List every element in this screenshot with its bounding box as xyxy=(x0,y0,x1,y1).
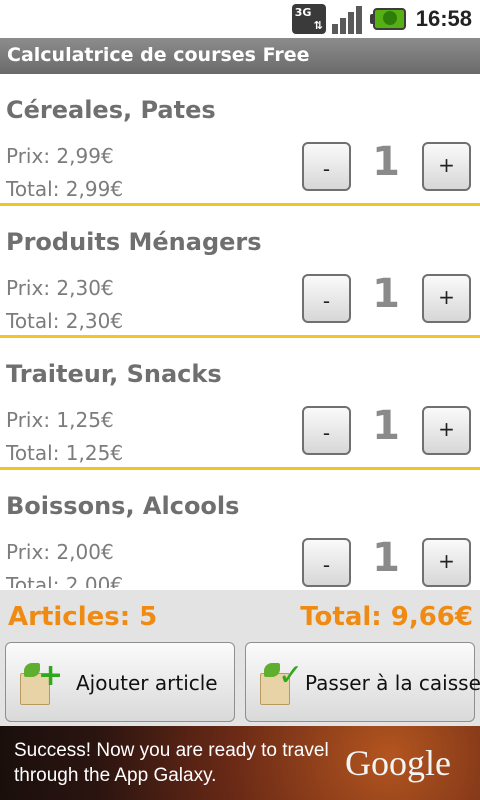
item-name: Produits Ménagers xyxy=(6,228,262,256)
list-item[interactable]: Produits Ménagers Prix: 2,30€ Total: 2,3… xyxy=(0,206,480,338)
add-article-button[interactable]: + Ajouter article xyxy=(5,642,235,722)
add-article-label: Ajouter article xyxy=(76,671,218,695)
checkout-label: Passer à la caisse xyxy=(305,671,480,695)
item-price: Prix: 1,25€ xyxy=(6,408,114,432)
list-item[interactable]: Traiteur, Snacks Prix: 1,25€ Total: 1,25… xyxy=(0,338,480,470)
3g-data-icon: 3G ⇅ xyxy=(291,4,326,34)
list-item[interactable]: Céreales, Pates Prix: 2,99€ Total: 2,99€… xyxy=(0,74,480,206)
summary-footer: Articles: 5 Total: 9,66€ + Ajouter artic… xyxy=(0,590,480,726)
checkout-button[interactable]: ✓ Passer à la caisse xyxy=(245,642,480,722)
item-price: Prix: 2,30€ xyxy=(6,276,114,300)
ad-banner[interactable]: Success! Now you are ready to travel thr… xyxy=(0,726,480,800)
item-total: Total: 1,25€ xyxy=(6,441,124,465)
google-logo: Google xyxy=(345,743,451,783)
app-title-bar: Calculatrice de courses Free xyxy=(0,38,480,74)
item-total: Total: 2,00€ xyxy=(6,573,124,588)
increase-quantity-button[interactable]: + xyxy=(422,538,471,587)
item-total: Total: 2,30€ xyxy=(6,309,124,333)
app-title: Calculatrice de courses Free xyxy=(7,44,310,66)
add-bag-icon: + xyxy=(18,661,63,705)
article-count: Articles: 5 xyxy=(8,602,158,632)
item-total: Total: 2,99€ xyxy=(6,177,124,201)
decrease-quantity-button[interactable]: - xyxy=(302,538,351,587)
status-icons: 3G ⇅ 16:58 xyxy=(291,3,472,35)
decrease-quantity-button[interactable]: - xyxy=(302,274,351,323)
item-price: Prix: 2,99€ xyxy=(6,144,114,168)
increase-quantity-button[interactable]: + xyxy=(422,406,471,455)
clock: 16:58 xyxy=(415,6,472,31)
item-list[interactable]: Céreales, Pates Prix: 2,99€ Total: 2,99€… xyxy=(0,74,480,588)
item-name: Céreales, Pates xyxy=(6,96,216,124)
status-bar: 3G ⇅ 16:58 xyxy=(0,0,480,38)
decrease-quantity-button[interactable]: - xyxy=(302,406,351,455)
decrease-quantity-button[interactable]: - xyxy=(302,142,351,191)
list-item[interactable]: Boissons, Alcools Prix: 2,00€ Total: 2,0… xyxy=(0,470,480,588)
item-quantity: 1 xyxy=(372,535,400,581)
item-quantity: 1 xyxy=(372,403,400,449)
network-type-label: 3G xyxy=(294,6,312,19)
data-arrows-icon: ⇅ xyxy=(313,19,323,32)
item-name: Traiteur, Snacks xyxy=(6,360,222,388)
grand-total: Total: 9,66€ xyxy=(300,602,473,632)
increase-quantity-button[interactable]: + xyxy=(422,142,471,191)
item-quantity: 1 xyxy=(372,139,400,185)
increase-quantity-button[interactable]: + xyxy=(422,274,471,323)
checkout-bag-icon: ✓ xyxy=(258,661,303,705)
signal-strength-icon xyxy=(331,4,364,34)
ad-message: Success! Now you are ready to travel thr… xyxy=(14,740,329,786)
item-name: Boissons, Alcools xyxy=(6,492,240,520)
item-price: Prix: 2,00€ xyxy=(6,540,114,564)
item-quantity: 1 xyxy=(372,271,400,317)
battery-charging-icon xyxy=(369,8,406,30)
